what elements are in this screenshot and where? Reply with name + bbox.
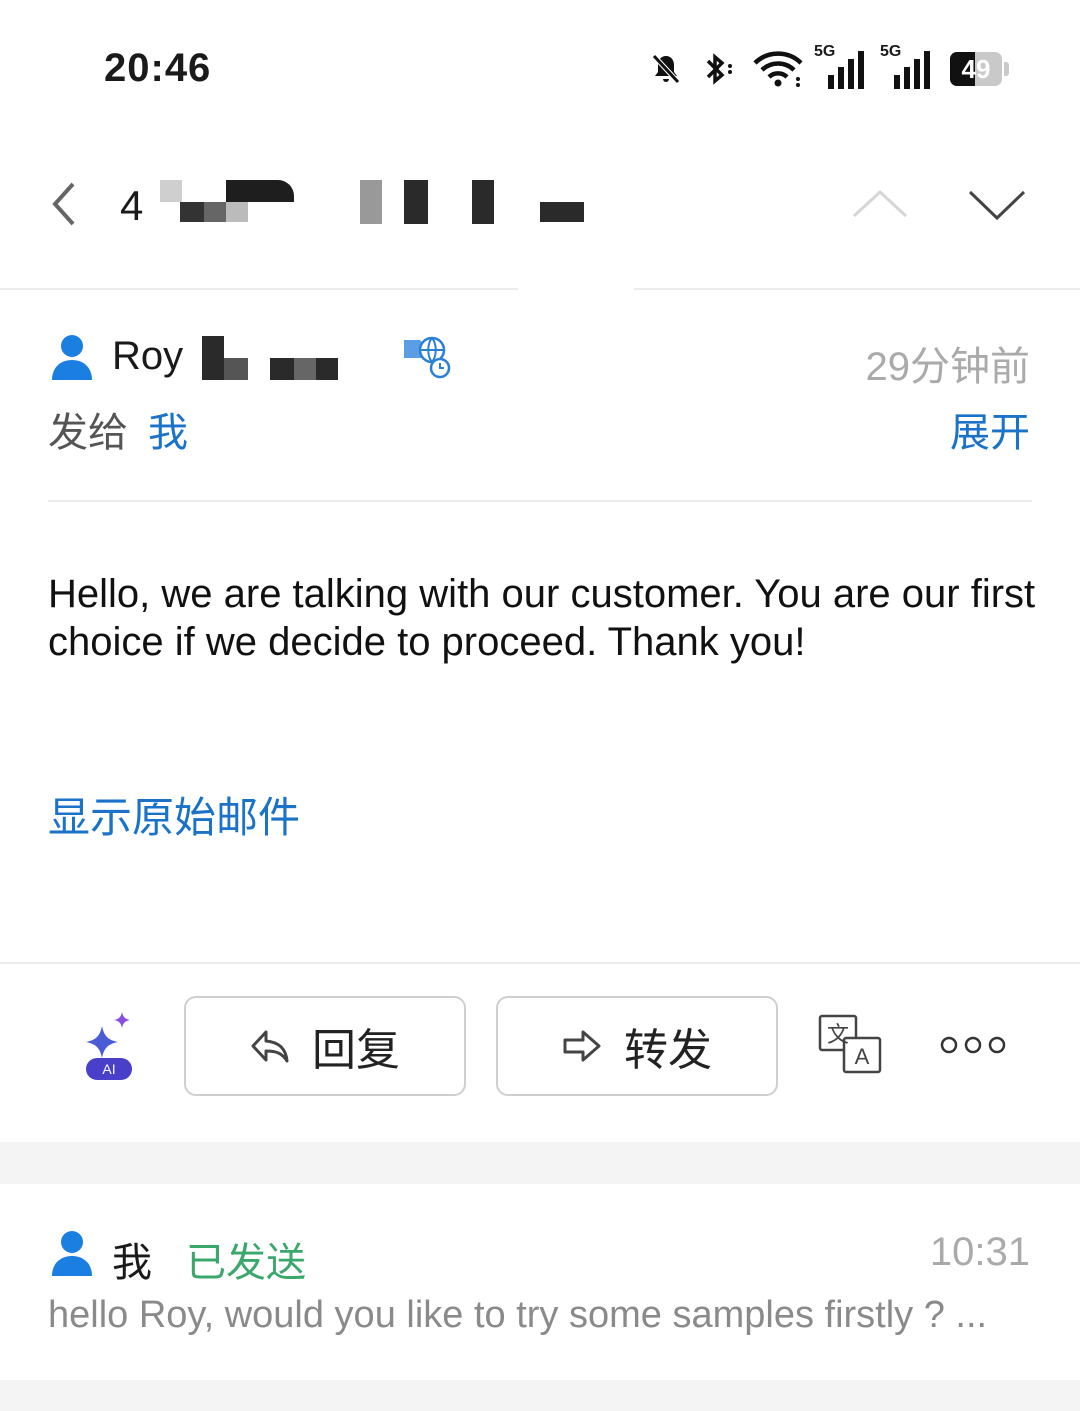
previous-email-button[interactable] [850, 184, 910, 224]
sent-sender: 我 [112, 1241, 152, 1285]
ai-sparkle-icon: AI [86, 1012, 132, 1080]
chevron-left-icon [52, 182, 75, 226]
email-body: Hello, we are talking with our customer.… [48, 572, 1036, 664]
sent-preview: hello Roy, would you like to try some sa… [48, 1294, 988, 1336]
status-icons: 5G 5G 49 [648, 43, 1009, 92]
next-email-button[interactable] [966, 184, 1028, 224]
chevron-up-icon [852, 189, 908, 218]
bell-muted-icon [652, 54, 680, 84]
globe-clock-icon [404, 336, 451, 379]
status-time: 20:46 [104, 46, 212, 90]
person-icon [52, 1231, 92, 1276]
reply-arrow-icon [251, 1030, 289, 1063]
header-divider-right [634, 288, 1080, 290]
ai-assistant-button[interactable]: AI [80, 1012, 136, 1082]
signal-2-icon: 5G [880, 43, 936, 89]
divider [0, 962, 1080, 964]
back-button[interactable] [40, 178, 88, 230]
person-icon [52, 335, 92, 380]
forward-label: 转发 [624, 1026, 712, 1075]
email-subject: 4 [120, 182, 144, 229]
reply-label: 回复 [312, 1026, 400, 1075]
translate-src-label: 文 [827, 1023, 849, 1048]
more-options-button[interactable] [940, 1028, 1006, 1062]
bottom-separator [0, 1380, 1080, 1411]
section-separator [0, 1142, 1080, 1184]
translate-dst-label: A [855, 1044, 870, 1069]
header-divider [0, 288, 518, 290]
divider [48, 500, 1032, 502]
battery-icon: 49 [950, 52, 1002, 86]
forward-arrow-icon [563, 1030, 601, 1062]
recipient-value[interactable]: 我 [148, 400, 188, 458]
translate-icon: 文 A [818, 1014, 882, 1074]
sender-redaction [202, 336, 342, 382]
forward-button[interactable]: 转发 [496, 996, 778, 1096]
expand-details-link[interactable]: 展开 [950, 400, 1030, 458]
bluetooth-icon [706, 53, 732, 85]
received-time: 29分钟前 [865, 345, 1031, 389]
wifi-icon [753, 51, 803, 87]
sent-message-row[interactable] [0, 1184, 1080, 1380]
signal-1-icon: 5G [814, 43, 870, 89]
subject-redaction [156, 176, 596, 228]
chevron-down-icon [968, 190, 1026, 221]
show-original-link[interactable]: 显示原始邮件 [48, 784, 300, 845]
more-dots-icon [940, 1036, 1006, 1054]
recipient-label: 发给 [48, 411, 128, 455]
ai-label: AI [102, 1061, 115, 1077]
sent-time: 10:31 [929, 1230, 1030, 1274]
translate-button[interactable]: 文 A [818, 1014, 884, 1076]
sent-status-label: 已发送 [186, 1241, 306, 1285]
reply-button[interactable]: 回复 [184, 996, 466, 1096]
sender-name[interactable]: Roy [112, 334, 183, 379]
